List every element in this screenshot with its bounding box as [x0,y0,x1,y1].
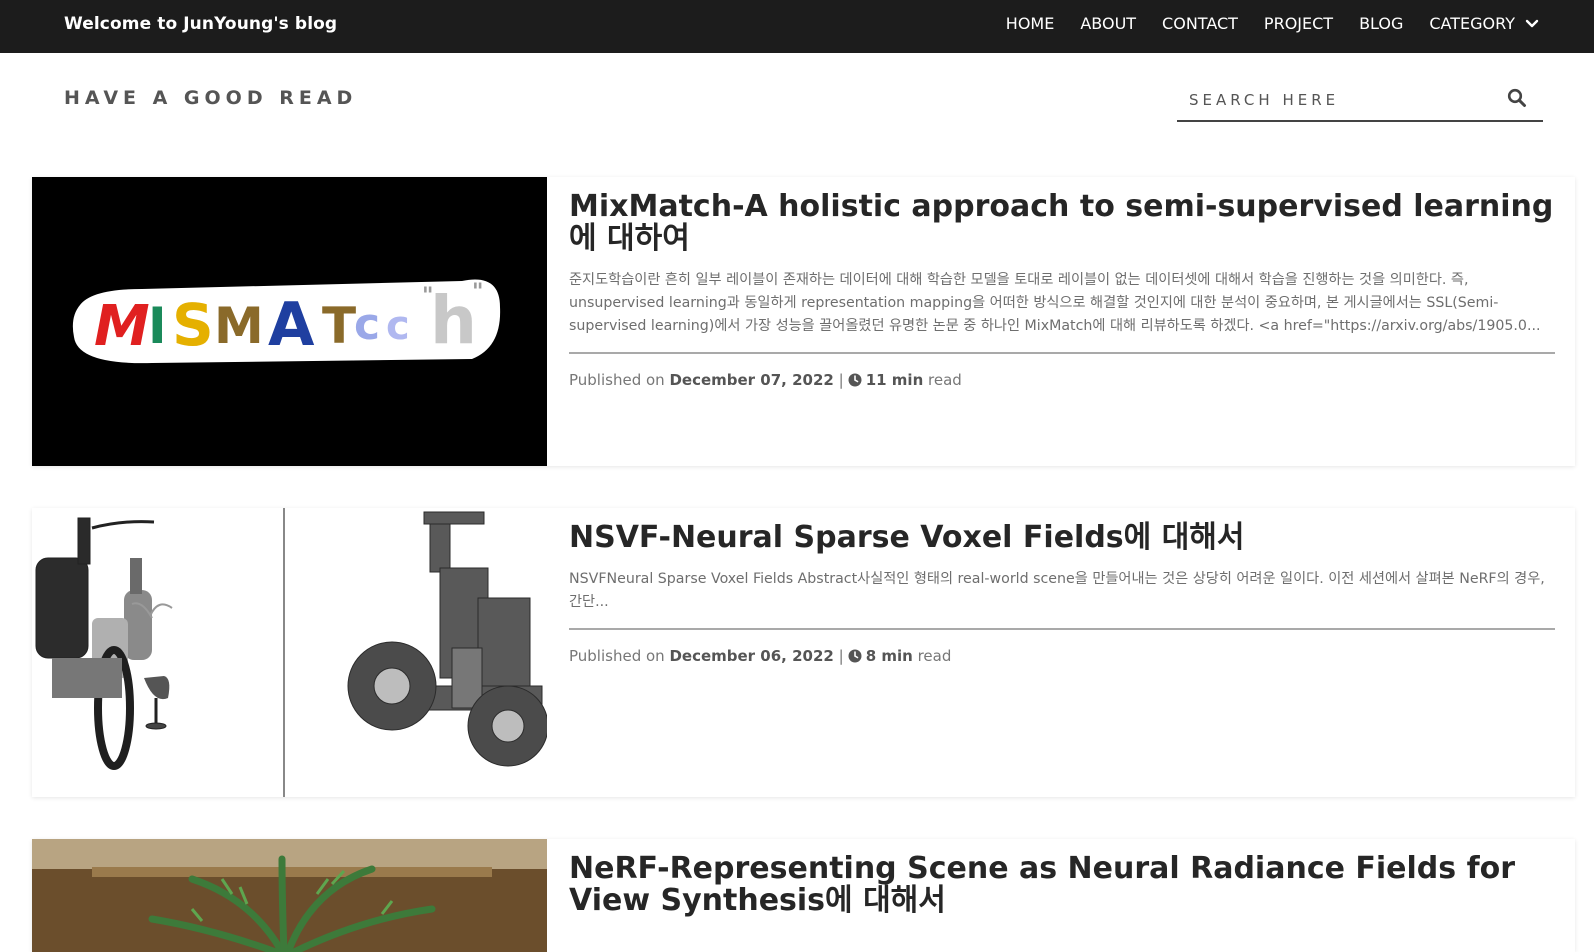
nav-blog[interactable]: BLOG [1359,14,1403,33]
read-label: read [928,371,962,389]
main-nav: HOME ABOUT CONTACT PROJECT BLOG CATEGORY [980,14,1540,33]
post-title[interactable]: MixMatch-A holistic approach to semi-sup… [569,191,1555,255]
svg-text:c: c [386,303,410,349]
post-title[interactable]: NeRF-Representing Scene as Neural Radian… [569,853,1555,917]
voxel-render-image [32,508,547,797]
search-bar [1177,78,1543,122]
post-date: December 06, 2022 [669,647,834,665]
svg-text:": " [422,284,433,309]
svg-text:h: h [430,282,477,359]
post-content: NSVF-Neural Sparse Voxel Fields에 대해서 NSV… [569,522,1555,665]
svg-text:": " [472,280,483,305]
read-time: 11 min [865,371,924,389]
post-excerpt: NSVFNeural Sparse Voxel Fields Abstract사… [569,571,1545,610]
svg-text:A: A [268,290,315,360]
post-content: NeRF-Representing Scene as Neural Radian… [569,853,1555,917]
svg-text:I: I [148,297,167,355]
published-label: Published on [569,371,665,389]
clock-icon [848,649,862,663]
svg-text:M: M [94,294,150,359]
post-content: MixMatch-A holistic approach to semi-sup… [569,191,1555,389]
brand-link[interactable]: Welcome to JunYoung's blog [64,14,337,34]
nav-category-label: CATEGORY [1429,14,1515,33]
meta-separator: | [838,371,844,389]
post-card[interactable]: NSVF-Neural Sparse Voxel Fields에 대해서 NSV… [32,508,1575,797]
nav-about[interactable]: ABOUT [1080,14,1136,33]
post-card[interactable]: M I S M A T c c h " " MixMatch-A holisti… [32,177,1575,466]
post-excerpt: 준지도학습이란 흔히 일부 레이블이 존재하는 데이터에 대해 학습한 모델을 … [569,272,1541,334]
post-title[interactable]: NSVF-Neural Sparse Voxel Fields에 대해서 [569,522,1555,554]
post-meta: Published on December 07, 2022 | 11 min … [569,371,1555,389]
nav-category[interactable]: CATEGORY [1429,14,1540,33]
post-divider [569,628,1555,630]
nav-project[interactable]: PROJECT [1264,14,1333,33]
top-navbar: Welcome to JunYoung's blog HOME ABOUT CO… [0,0,1594,53]
meta-separator: | [838,647,844,665]
published-label: Published on [569,647,665,665]
post-date: December 07, 2022 [669,371,834,389]
post-card[interactable]: NeRF-Representing Scene as Neural Radian… [32,839,1575,952]
post-meta: Published on December 06, 2022 | 8 min r… [569,647,1555,665]
mixmatch-logo-image: M I S M A T c c h " " [32,177,547,466]
search-input[interactable] [1189,87,1489,113]
svg-text:c: c [354,299,380,350]
clock-icon [848,373,862,387]
post-thumbnail[interactable] [32,508,547,797]
fern-plant-image [32,839,547,952]
chevron-down-icon [1525,19,1539,27]
svg-text:S: S [172,291,214,359]
read-label: read [917,647,952,665]
nav-home[interactable]: HOME [1006,14,1055,33]
nav-contact[interactable]: CONTACT [1162,14,1238,33]
post-divider [569,352,1555,354]
svg-text:M: M [214,297,264,355]
post-thumbnail[interactable]: M I S M A T c c h " " [32,177,547,466]
search-icon[interactable] [1507,88,1527,108]
read-time: 8 min [865,647,913,665]
svg-text:T: T [322,297,356,355]
post-thumbnail[interactable] [32,839,547,952]
page-tagline: HAVE A GOOD READ [64,87,358,109]
